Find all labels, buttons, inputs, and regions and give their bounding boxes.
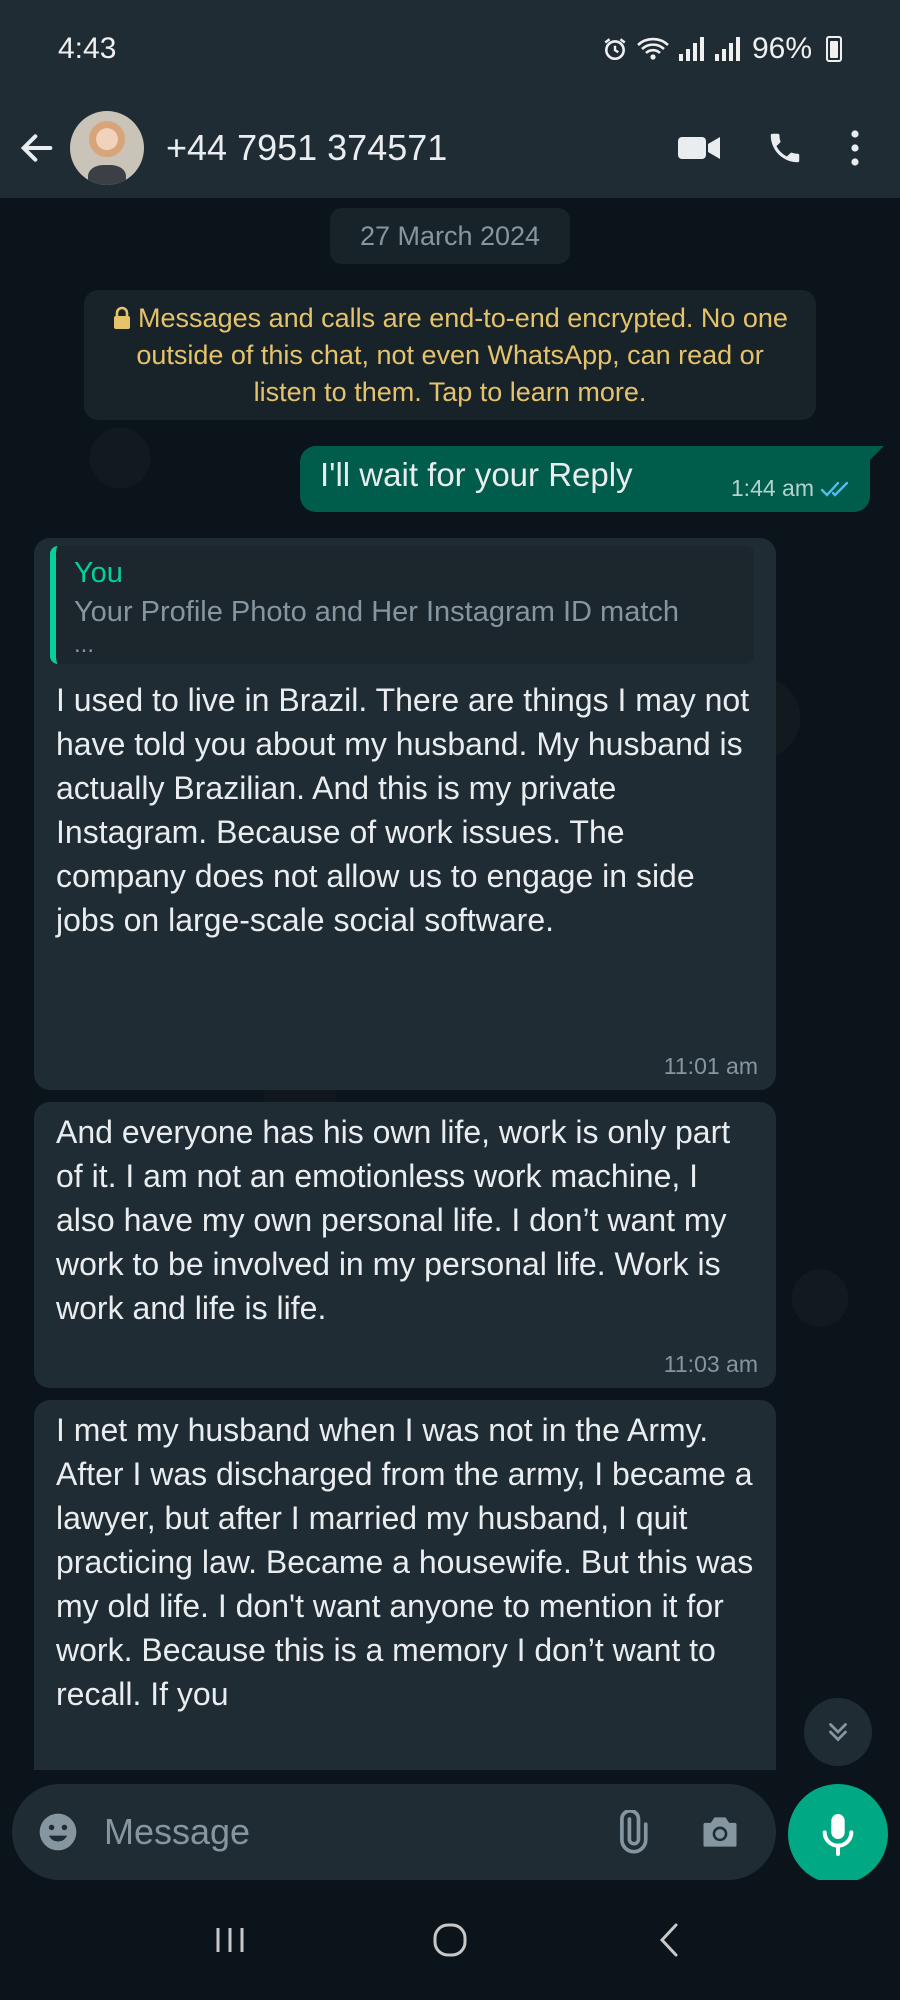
phone-icon bbox=[770, 133, 800, 163]
quote-text: Your Profile Photo and Her Instagram ID … bbox=[74, 596, 680, 628]
chevron-double-down-icon bbox=[829, 1723, 847, 1742]
voice-call-button[interactable] bbox=[766, 129, 804, 167]
signal-icon-2 bbox=[714, 37, 740, 61]
video-camera-icon bbox=[678, 137, 720, 159]
incoming-message[interactable]: I met my husband when I was not in the A… bbox=[34, 1400, 776, 1770]
back-button[interactable] bbox=[4, 98, 70, 198]
message-field bbox=[12, 1784, 776, 1880]
camera-icon[interactable] bbox=[698, 1810, 742, 1854]
encryption-notice[interactable]: Messages and calls are end-to-end encryp… bbox=[84, 290, 816, 420]
outgoing-message[interactable]: I'll wait for your Reply 1:44 am bbox=[300, 446, 884, 512]
header-actions bbox=[676, 128, 862, 168]
signal-icon bbox=[678, 37, 704, 61]
voice-message-button[interactable] bbox=[788, 1784, 888, 1884]
status-time: 4:43 bbox=[58, 32, 117, 65]
menu-button[interactable] bbox=[848, 128, 862, 168]
quoted-reply[interactable]: You Your Profile Photo and Her Instagram… bbox=[50, 546, 754, 664]
paperclip-icon[interactable] bbox=[610, 1810, 654, 1854]
contact-name[interactable]: +44 7951 374571 bbox=[166, 127, 676, 169]
video-call-button[interactable] bbox=[676, 132, 722, 164]
lock-icon bbox=[114, 306, 131, 329]
message-text: I used to live in Brazil. There are thin… bbox=[56, 682, 750, 938]
double-check-icon bbox=[820, 481, 849, 497]
message-time: 1:44 am bbox=[730, 475, 814, 501]
battery-percent: 96% bbox=[751, 32, 812, 65]
chat-header: +44 7951 374571 bbox=[0, 98, 900, 198]
alarm-icon bbox=[604, 38, 626, 61]
message-meta: 1:44 am bbox=[731, 475, 852, 502]
message-time: 11:03 am bbox=[663, 1351, 758, 1377]
chat-area[interactable]: 27 March 2024 Messages and calls are end… bbox=[0, 198, 900, 1770]
back-nav-icon[interactable] bbox=[650, 1920, 690, 1960]
quote-author: You bbox=[74, 557, 123, 589]
composer-bar bbox=[0, 1770, 900, 1884]
date-chip: 27 March 2024 bbox=[330, 208, 570, 264]
avatar[interactable] bbox=[70, 111, 144, 185]
emoji-icon[interactable] bbox=[36, 1810, 80, 1854]
incoming-message[interactable]: And everyone has his own life, work is o… bbox=[34, 1102, 776, 1388]
wifi-icon bbox=[637, 37, 669, 60]
recent-apps-icon[interactable] bbox=[210, 1920, 250, 1960]
arrow-left-icon bbox=[20, 134, 53, 162]
more-vertical-icon bbox=[851, 130, 859, 166]
quote-ellipsis: ... bbox=[74, 631, 95, 658]
battery-icon bbox=[826, 36, 842, 62]
status-icons bbox=[602, 36, 742, 62]
status-bar: 4:43 96% bbox=[0, 0, 900, 98]
composer-icons bbox=[610, 1810, 742, 1854]
message-time: 11:01 am bbox=[663, 1053, 758, 1079]
message-text: I met my husband when I was not in the A… bbox=[56, 1412, 754, 1712]
microphone-icon bbox=[822, 1814, 854, 1856]
scroll-down-button[interactable] bbox=[804, 1698, 872, 1766]
message-input[interactable] bbox=[104, 1811, 610, 1853]
incoming-message[interactable]: You Your Profile Photo and Her Instagram… bbox=[34, 538, 776, 1090]
home-icon[interactable] bbox=[430, 1920, 470, 1960]
encryption-notice-text: Messages and calls are end-to-end encryp… bbox=[136, 303, 788, 407]
system-nav-bar bbox=[0, 1880, 900, 2000]
message-text: And everyone has his own life, work is o… bbox=[56, 1114, 731, 1326]
status-right: 96% bbox=[602, 32, 842, 66]
